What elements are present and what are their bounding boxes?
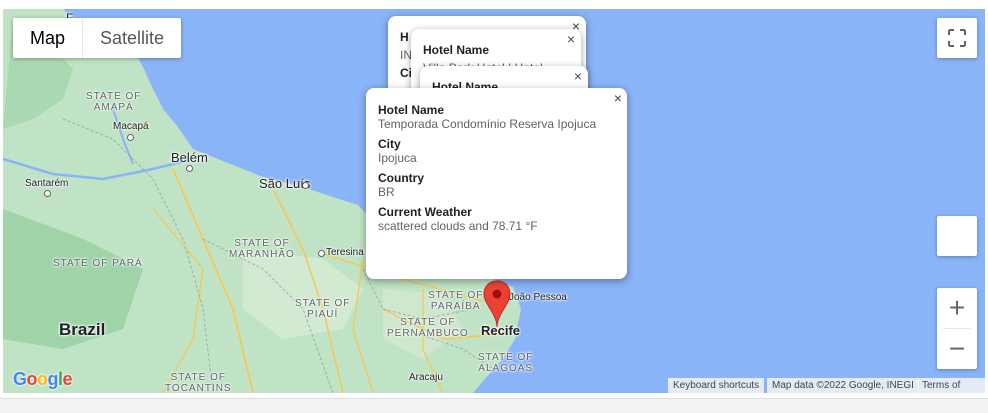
page-bottom-bar	[0, 398, 988, 413]
hotel-name-label: Hotel Name	[378, 103, 445, 117]
terms-of-use-link[interactable]: Terms of Use	[917, 378, 985, 393]
zoom-control: + −	[937, 288, 977, 369]
state-label-paraiba: STATE OF PARAÍBA	[428, 290, 484, 312]
state-label-maranhao: STATE OF MARANHÃO	[229, 238, 295, 260]
city-dot-teresina	[318, 250, 325, 257]
state-label-para: STATE OF PARÁ	[53, 258, 143, 269]
keyboard-shortcuts-link[interactable]: Keyboard shortcuts	[668, 378, 765, 393]
city-dot-macapa	[127, 134, 134, 141]
state-label-pernambuco: STATE OF PERNAMBUCO	[387, 317, 469, 339]
map-data-attribution: Map data ©2022 Google, INEGI	[767, 378, 919, 393]
country-label: Country	[378, 171, 424, 185]
map-marker-icon[interactable]	[483, 279, 511, 329]
country-value: BR	[378, 185, 395, 199]
map-type-satellite-button[interactable]: Satellite	[82, 18, 181, 58]
city-label-macapa: Macapá	[113, 121, 149, 132]
zoom-in-button[interactable]: +	[937, 288, 977, 328]
map-type-control: Map Satellite	[13, 18, 182, 58]
city-dot-sao-luis	[302, 182, 309, 189]
fullscreen-button[interactable]	[937, 18, 977, 58]
country-label-brazil: Brazil	[59, 320, 106, 339]
city-value: Ipojuca	[378, 151, 417, 165]
close-icon[interactable]: ×	[567, 31, 575, 47]
fullscreen-icon	[948, 29, 966, 47]
city-dot-belem	[186, 165, 193, 172]
city-label-joao-pessoa: João Pessoa	[509, 292, 567, 303]
zoom-out-button[interactable]: −	[937, 329, 977, 369]
city-label-santarem: Santarém	[25, 178, 69, 189]
map-canvas[interactable]: F STATE OF AMAPÁ Macapá Belém Santarém S…	[3, 9, 985, 393]
info-back1-h: H	[400, 30, 409, 44]
state-label-alagoas: STATE OF ALAGOAS	[478, 352, 534, 374]
city-label-belem: Belém	[171, 150, 208, 165]
map-type-map-button[interactable]: Map	[13, 18, 82, 58]
city-label-aracaju: Aracaju	[409, 372, 443, 383]
state-label-tocantins: STATE OF TOCANTINS	[165, 372, 232, 393]
city-label-teresina: Teresina	[326, 247, 364, 258]
info-window-main[interactable]: × Hotel Name Temporada Condomínio Reserv…	[366, 88, 627, 279]
close-icon[interactable]: ×	[574, 68, 582, 84]
state-label-amapa: STATE OF AMAPÁ	[86, 91, 142, 113]
google-logo[interactable]: Google	[13, 369, 73, 390]
street-view-pegman-button[interactable]	[937, 216, 977, 256]
info-window-content: Hotel Name Temporada Condomínio Reserva …	[378, 103, 618, 239]
state-label-piaui: STATE OF PIAUÍ	[295, 298, 351, 320]
weather-label: Current Weather	[378, 205, 472, 219]
map-frame: F STATE OF AMAPÁ Macapá Belém Santarém S…	[0, 0, 988, 413]
hotel-name-value: Temporada Condomínio Reserva Ipojuca	[378, 117, 597, 131]
info-back1-hotel-heading: Hotel Name	[423, 43, 490, 57]
weather-value: scattered clouds and 78.71 °F	[378, 219, 538, 233]
city-label: City	[378, 137, 401, 151]
city-dot-santarem	[44, 190, 51, 197]
